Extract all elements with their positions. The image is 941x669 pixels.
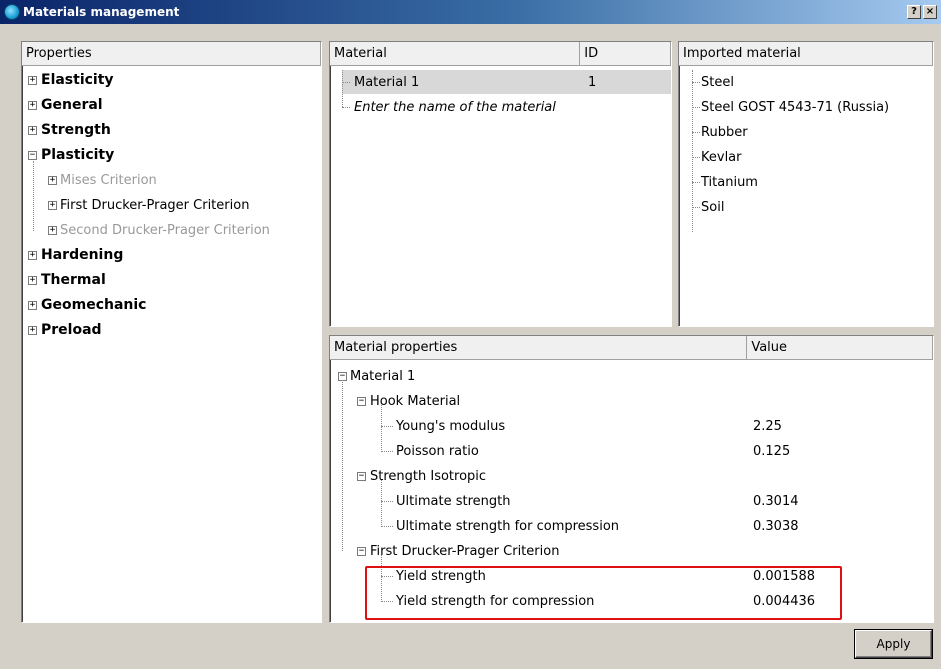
tree-connector	[381, 555, 382, 602]
property-value[interactable]: 0.3038	[753, 514, 799, 539]
property-name: Yield strength	[396, 569, 486, 584]
title-bar: Materials management ? ×	[0, 0, 941, 24]
property-value[interactable]: 0.001588	[753, 564, 815, 589]
tree-connector	[692, 182, 700, 183]
imported-material-item[interactable]: Steel GOST 4543-71 (Russia)	[701, 95, 889, 120]
material-name[interactable]: Material 1	[354, 70, 419, 95]
tree-connector	[381, 601, 393, 602]
material-properties-column-header[interactable]: Material properties	[330, 336, 748, 359]
tree-connector	[342, 107, 350, 108]
property-category[interactable]: General	[41, 93, 103, 118]
tree-connector	[381, 480, 382, 527]
property-category[interactable]: Hardening	[41, 243, 123, 268]
property-category[interactable]: Strength	[41, 118, 111, 143]
expand-icon[interactable]: +	[48, 226, 57, 235]
collapse-icon[interactable]: −	[28, 151, 37, 160]
window-title: Materials management	[23, 5, 180, 19]
property-subcategory[interactable]: Second Drucker-Prager Criterion	[60, 218, 270, 243]
expand-icon[interactable]: +	[28, 276, 37, 285]
material-properties-header: Material properties Value	[330, 336, 933, 360]
property-category[interactable]: Plasticity	[41, 143, 114, 168]
tree-connector	[692, 70, 693, 232]
tree-connector	[692, 207, 700, 208]
property-category[interactable]: Elasticity	[41, 68, 114, 93]
tree-connector	[692, 157, 700, 158]
property-value[interactable]: 0.125	[753, 439, 790, 464]
properties-panel[interactable]: Properties + Elasticity + General + Strength −…	[21, 41, 322, 623]
tree-connector	[33, 161, 34, 231]
collapse-icon[interactable]: −	[357, 472, 366, 481]
tree-connector	[381, 405, 382, 452]
new-material-input[interactable]: Enter the name of the material	[354, 95, 556, 120]
property-name: Ultimate strength for compression	[396, 519, 620, 534]
property-category[interactable]: Preload	[41, 318, 102, 343]
properties-header-label: Properties	[22, 42, 321, 65]
imported-material-item[interactable]: Kevlar	[701, 145, 742, 170]
expand-icon[interactable]: +	[28, 76, 37, 85]
expand-icon[interactable]: +	[28, 301, 37, 310]
materials-panel[interactable]: Material ID Material 1 1 Enter the name of…	[329, 41, 672, 327]
tree-connector	[381, 451, 393, 452]
tree-connector	[342, 82, 350, 83]
tree-connector	[342, 380, 343, 551]
imported-panel[interactable]: Imported material Steel Steel GOST 4543-7…	[678, 41, 934, 327]
tree-connector	[692, 107, 700, 108]
property-name: Poisson ratio	[396, 444, 479, 459]
property-category[interactable]: Geomechanic	[41, 293, 146, 318]
imported-material-item[interactable]: Rubber	[701, 120, 748, 145]
property-value[interactable]: 2.25	[753, 414, 782, 439]
imported-material-item[interactable]: Steel	[701, 70, 734, 95]
property-name: Yield strength for compression	[396, 594, 595, 609]
value-column-header[interactable]: Value	[747, 336, 933, 359]
imported-header: Imported material	[679, 42, 933, 66]
material-id: 1	[588, 75, 597, 90]
tree-connector	[381, 576, 393, 577]
property-group[interactable]: Strength Isotropic	[370, 464, 486, 489]
material-properties-panel[interactable]: Material properties Value − Material 1− Ho…	[329, 335, 934, 623]
tree-connector	[381, 426, 393, 427]
property-subcategory[interactable]: First Drucker-Prager Criterion	[60, 193, 249, 218]
id-column-header[interactable]: ID	[580, 42, 671, 65]
properties-header[interactable]: Properties	[22, 42, 321, 66]
tree-connector	[381, 526, 393, 527]
tree-connector	[342, 70, 343, 107]
collapse-icon[interactable]: −	[357, 397, 366, 406]
tree-connector	[692, 132, 700, 133]
imported-header-label[interactable]: Imported material	[679, 42, 933, 65]
expand-icon[interactable]: +	[28, 326, 37, 335]
apply-button[interactable]: Apply	[855, 630, 932, 658]
property-subcategory[interactable]: Mises Criterion	[60, 168, 157, 193]
property-group[interactable]: First Drucker-Prager Criterion	[370, 539, 559, 564]
property-name: Young's modulus	[396, 419, 506, 434]
tree-connector	[692, 82, 700, 83]
material-column-header[interactable]: Material	[330, 42, 581, 65]
close-button[interactable]: ×	[923, 5, 937, 19]
tree-connector	[381, 501, 393, 502]
property-group[interactable]: Hook Material	[370, 389, 460, 414]
property-name: Ultimate strength	[396, 494, 511, 509]
material-root[interactable]: Material 1	[350, 364, 415, 389]
property-value[interactable]: 0.3014	[753, 489, 799, 514]
materials-header: Material ID	[330, 42, 671, 66]
expand-icon[interactable]: +	[28, 126, 37, 135]
expand-icon[interactable]: +	[48, 176, 57, 185]
help-button[interactable]: ?	[907, 5, 921, 19]
expand-icon[interactable]: +	[48, 201, 57, 210]
imported-material-item[interactable]: Titanium	[701, 170, 758, 195]
collapse-icon[interactable]: −	[357, 547, 366, 556]
expand-icon[interactable]: +	[28, 101, 37, 110]
imported-material-item[interactable]: Soil	[701, 195, 724, 220]
property-value[interactable]: 0.004436	[753, 589, 815, 614]
app-logo-icon	[4, 4, 20, 20]
expand-icon[interactable]: +	[28, 251, 37, 260]
property-category[interactable]: Thermal	[41, 268, 106, 293]
